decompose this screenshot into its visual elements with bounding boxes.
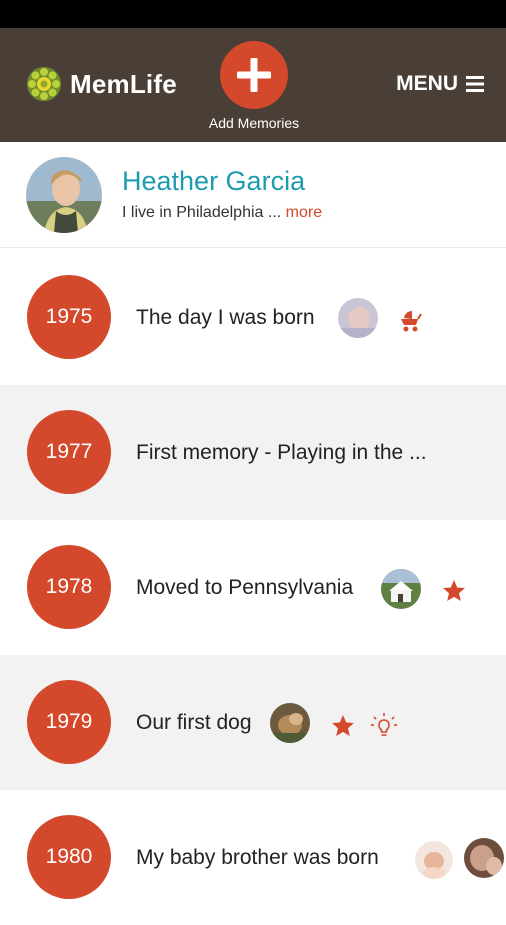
memory-title[interactable]: My baby brother was born [136, 790, 379, 925]
timeline-row[interactable]: 1979 Our first dog [0, 655, 506, 790]
plus-icon [237, 58, 271, 92]
status-bar [0, 0, 506, 28]
memory-title[interactable]: Our first dog [136, 655, 252, 790]
lightbulb-icon [371, 713, 397, 736]
hamburger-icon [466, 76, 484, 92]
profile-bio-text: I live in Philadelphia ... [122, 204, 282, 221]
memlife-logo-icon [27, 67, 61, 101]
app-header: MemLife Add Memories MENU [0, 28, 506, 142]
timeline-row[interactable]: 1975 The day I was born [0, 250, 506, 385]
menu-label: MENU [396, 72, 458, 95]
year-badge[interactable]: 1977 [27, 410, 111, 494]
add-memories-button[interactable] [220, 41, 288, 109]
year-badge[interactable]: 1980 [27, 815, 111, 899]
timeline-row[interactable]: 1978 Moved to Pennsylvania [0, 520, 506, 655]
profile-card: Heather Garcia I live in Philadelphia ..… [0, 142, 506, 248]
profile-bio: I live in Philadelphia ... more [122, 204, 322, 222]
app-logo[interactable]: MemLife [26, 66, 177, 102]
star-icon [443, 580, 465, 601]
menu-button[interactable]: MENU [396, 72, 484, 96]
year-badge[interactable]: 1975 [27, 275, 111, 359]
add-memories-label: Add Memories [208, 115, 300, 131]
baby-brother-photo-thumbnail[interactable] [415, 841, 453, 879]
avatar[interactable] [26, 157, 102, 233]
star-icon [332, 715, 354, 736]
house-photo-thumbnail[interactable] [381, 569, 421, 609]
timeline-row[interactable]: 1977 First memory - Playing in the ... [0, 385, 506, 520]
year-badge[interactable]: 1978 [27, 545, 111, 629]
memory-title[interactable]: First memory - Playing in the ... [136, 385, 427, 520]
profile-photo [26, 157, 102, 233]
stroller-icon [401, 310, 422, 332]
baby-photo-thumbnail[interactable] [338, 298, 378, 338]
year-badge[interactable]: 1979 [27, 680, 111, 764]
family-photo-thumbnail[interactable] [464, 838, 504, 878]
memory-title[interactable]: The day I was born [136, 250, 315, 385]
timeline-row[interactable]: 1980 My baby brother was born [0, 790, 506, 925]
app-name: MemLife [70, 68, 177, 99]
dog-photo-thumbnail[interactable] [270, 703, 310, 743]
memory-title[interactable]: Moved to Pennsylvania [136, 520, 353, 655]
profile-name: Heather Garcia [122, 166, 306, 196]
profile-more-link[interactable]: more [286, 204, 322, 221]
